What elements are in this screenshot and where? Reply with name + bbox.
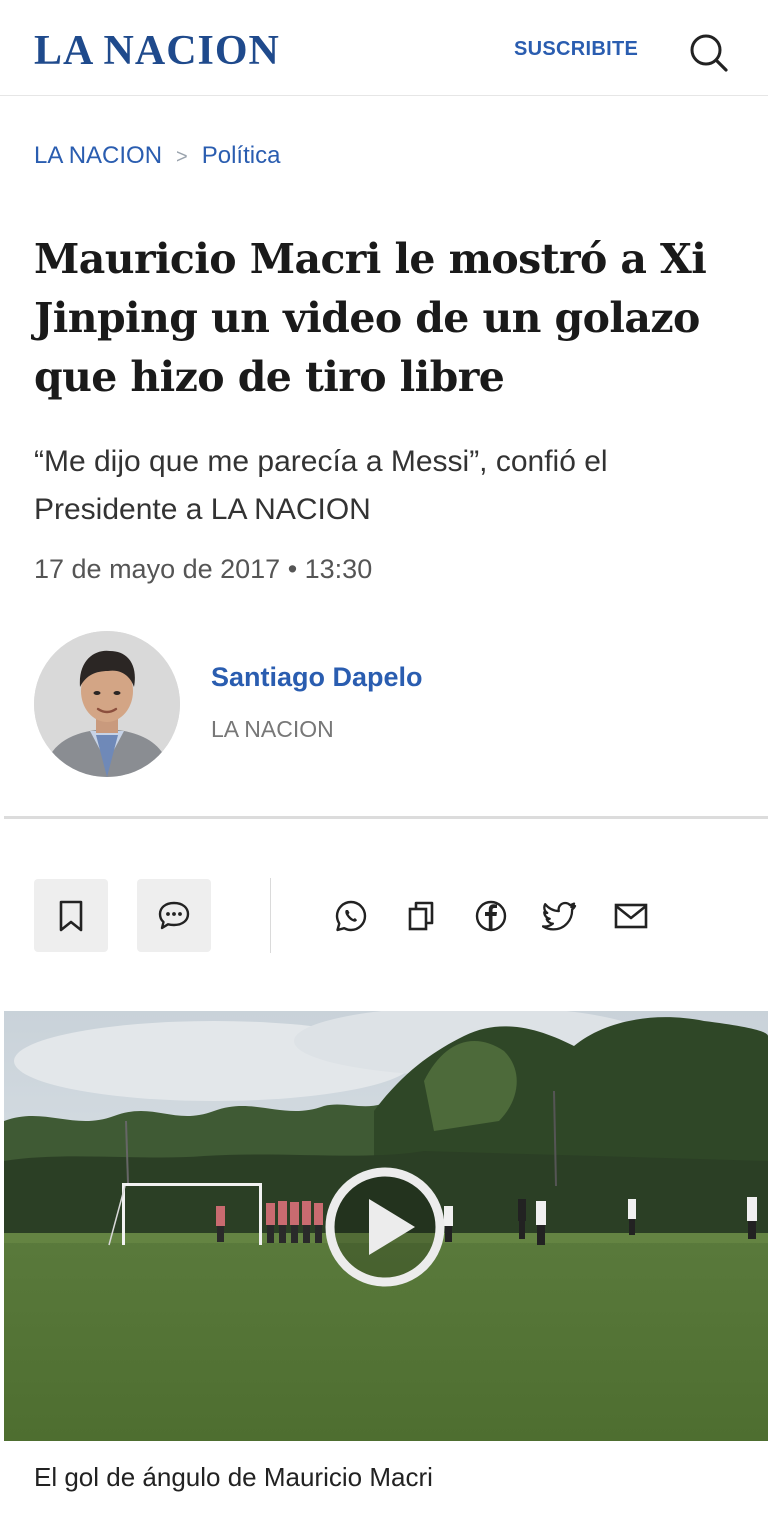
video-player[interactable] (4, 1011, 768, 1441)
article-title: Mauricio Macri le mostró a Xi Jinping un… (34, 235, 707, 401)
share-facebook-button[interactable] (473, 896, 509, 936)
whatsapp-icon (335, 900, 367, 932)
author-avatar[interactable] (34, 631, 180, 777)
share-email-button[interactable] (613, 896, 649, 936)
author-organization: LA NACION (211, 716, 334, 742)
comments-button[interactable] (137, 879, 211, 952)
copy-icon (408, 901, 434, 931)
breadcrumb: LA NACION > Política (34, 140, 280, 173)
section-divider (4, 816, 768, 819)
search-icon[interactable] (686, 30, 730, 74)
bookmark-icon (59, 900, 83, 931)
article-dateline: 17 de mayo de 2017 • 13:30 (34, 554, 373, 584)
share-copy-button[interactable] (403, 896, 439, 936)
bookmark-button[interactable] (34, 879, 108, 952)
article-subtitle: “Me dijo que me parecía a Messi”, confió… (34, 445, 608, 526)
twitter-icon (542, 901, 577, 931)
video-caption: El gol de ángulo de Mauricio Macri (34, 1462, 433, 1492)
subscribe-button[interactable]: SUSCRIBITE (514, 36, 638, 62)
share-twitter-button[interactable] (542, 896, 578, 936)
email-icon (614, 903, 648, 929)
breadcrumb-separator: > (176, 146, 188, 168)
breadcrumb-home-link[interactable]: LA NACION (34, 142, 162, 169)
site-logo[interactable]: LA NACION (34, 26, 280, 76)
comment-icon (158, 901, 190, 929)
share-whatsapp-button[interactable] (333, 896, 369, 936)
author-name-link[interactable]: Santiago Dapelo (211, 660, 423, 694)
breadcrumb-section-link[interactable]: Política (202, 142, 281, 169)
facebook-icon (475, 900, 507, 932)
actions-divider (270, 878, 271, 953)
play-icon[interactable] (323, 1165, 447, 1289)
site-header: LA NACION SUSCRIBITE (0, 0, 768, 96)
